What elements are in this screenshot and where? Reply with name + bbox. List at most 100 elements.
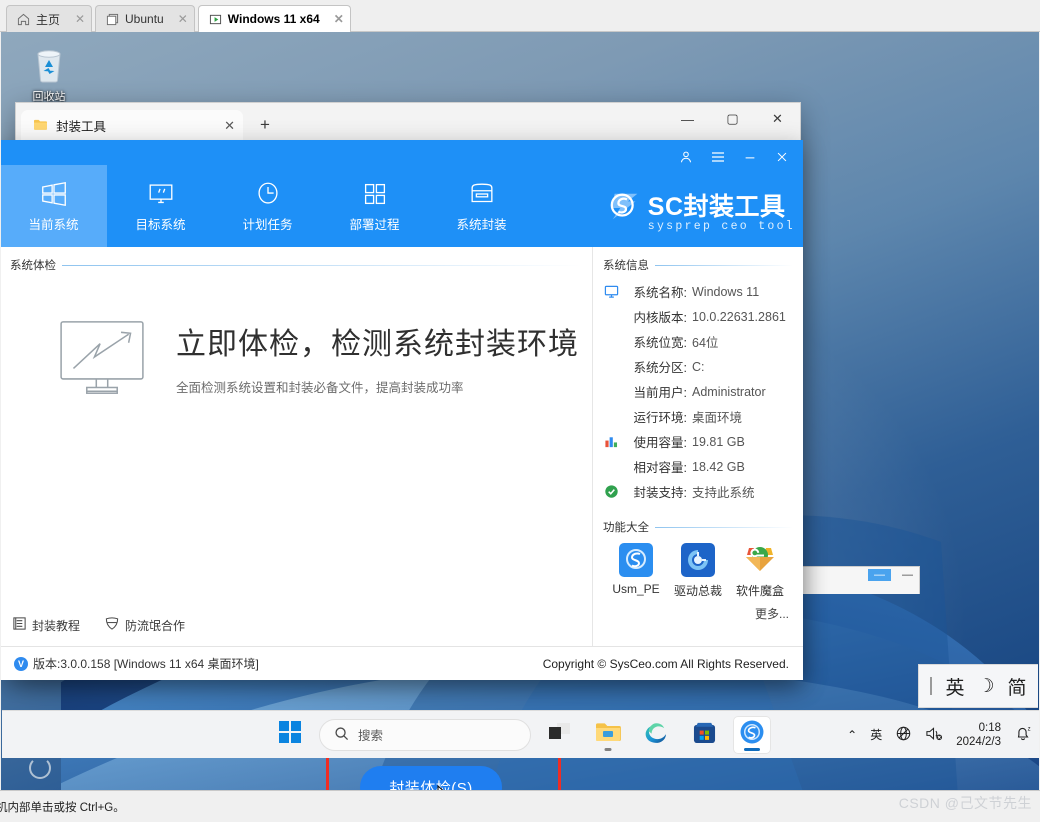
info-row-partition: 系统分区: C: xyxy=(601,354,797,379)
ime-indicator-bar[interactable]: 英 ☽ 简 xyxy=(918,664,1038,708)
close-icon[interactable]: ✕ xyxy=(224,118,235,134)
sysprep-tool-window[interactable]: 当前系统 目标系统 计划任务 部署过程 系统封装 SC封装工具 sysprep … xyxy=(1,140,803,790)
tray-ime-indicator[interactable]: 英 xyxy=(870,726,882,743)
section-title-system-check: 系统体检 xyxy=(10,257,582,273)
ime-language-toggle[interactable]: 英 xyxy=(945,673,964,700)
vm-icon xyxy=(106,13,119,26)
nav-item-current-system[interactable]: 当前系统 xyxy=(1,165,107,247)
monitor-icon xyxy=(601,284,621,299)
info-key: 相对容量: xyxy=(633,461,687,475)
ime-moon-icon[interactable]: ☽ xyxy=(977,675,994,698)
recycle-bin-icon xyxy=(27,44,71,88)
taskbar-item-file-explorer[interactable] xyxy=(589,716,627,754)
link-label: 封装教程 xyxy=(32,618,81,633)
book-icon xyxy=(12,616,27,634)
explorer-tab-label: 封装工具 xyxy=(56,120,107,134)
nav-item-label: 当前系统 xyxy=(28,218,79,232)
csdn-watermark: CSDN @己文节先生 xyxy=(898,795,1032,811)
clock-icon xyxy=(253,179,283,209)
windows-desktop[interactable]: 回收站 ↗ ApiPost7 DG ↗ DataGrip2023.1.2 xyxy=(1,32,1039,790)
svg-text:z: z xyxy=(1028,727,1031,733)
info-row-bit-width: 系统位宽: 64位 xyxy=(601,329,797,354)
system-info-list: 系统名称: Windows 11 内核版本: 10.0.22631.2861 系… xyxy=(601,279,797,504)
close-button[interactable]: ✕ xyxy=(755,103,800,135)
new-tab-button[interactable]: + xyxy=(251,111,279,139)
network-icon[interactable] xyxy=(895,725,912,745)
desktop-icon-recycle-bin[interactable]: 回收站 xyxy=(9,44,89,104)
menu-icon[interactable] xyxy=(703,145,733,169)
vmware-tab-label: Ubuntu xyxy=(125,12,164,26)
sysprep-check-button[interactable]: 封装体检(S) xyxy=(360,766,502,790)
shield-icon xyxy=(104,616,120,634)
function-drive-master[interactable]: 驱动总裁 xyxy=(669,543,727,599)
windows-taskbar: 搜索 ⌃ 英 0:18 2024/2/3 z xyxy=(2,710,1039,758)
taskbar-tray: ⌃ 英 0:18 2024/2/3 z xyxy=(847,721,1032,749)
clock-date: 2024/2/3 xyxy=(956,735,1001,748)
close-icon[interactable] xyxy=(767,145,797,169)
info-row-sysprep-support: 封装支持: 支持此系统 xyxy=(601,479,797,504)
taskbar-search[interactable]: 搜索 xyxy=(319,718,531,751)
info-key: 内核版本: xyxy=(633,311,687,325)
more-link[interactable]: 更多... xyxy=(593,599,803,622)
taskbar-item-sysprep-tool[interactable] xyxy=(733,715,771,754)
section-title-label: 功能大全 xyxy=(603,522,649,534)
footer-links: 封装教程 防流氓合作 xyxy=(12,616,185,634)
nav-item-system-sysprep[interactable]: 系统封装 xyxy=(428,165,535,247)
vmware-tab-label: Windows 11 x64 xyxy=(227,12,320,26)
home-icon xyxy=(17,13,30,26)
app-logo-title: SC封装工具 xyxy=(647,193,786,221)
chevron-up-icon[interactable]: ⌃ xyxy=(847,728,857,742)
volume-muted-icon[interactable] xyxy=(925,725,943,745)
notification-icon[interactable]: z xyxy=(1014,724,1032,745)
info-key: 系统位宽: xyxy=(633,336,687,350)
link-label: 防流氓合作 xyxy=(125,618,186,633)
link-sysprep-tutorial[interactable]: 封装教程 xyxy=(12,616,80,634)
drive-icon xyxy=(681,543,715,577)
clock-time: 0:18 xyxy=(978,721,1001,734)
archive-box-icon xyxy=(467,179,497,209)
minimize-icon[interactable] xyxy=(735,145,765,169)
ime-mode-toggle[interactable]: 简 xyxy=(1008,673,1027,700)
start-button[interactable] xyxy=(271,716,309,754)
taskbar-clock[interactable]: 0:18 2024/2/3 xyxy=(956,721,1001,749)
info-value: C: xyxy=(692,359,705,374)
chart-icon xyxy=(601,434,621,449)
vmware-tab-ubuntu[interactable]: Ubuntu ✕ xyxy=(95,5,195,32)
ime-separator xyxy=(930,677,933,695)
account-icon[interactable] xyxy=(671,145,701,169)
explorer-tab-sysprep[interactable]: 封装工具 ✕ xyxy=(21,110,243,141)
vmware-status-message: 机内部单击或按 Ctrl+G。 xyxy=(0,801,125,814)
info-row-used-capacity: 使用容量: 19.81 GB xyxy=(601,429,797,454)
left-panel: 系统体检 立即体检，检测系统封装环境 全面检测系统设置和封装必备文件，提高封装成… xyxy=(1,247,593,790)
info-value: 10.0.22631.2861 xyxy=(692,309,786,324)
section-title-system-info: 系统信息 xyxy=(603,257,793,273)
close-icon[interactable]: ✕ xyxy=(170,12,188,26)
monitor-pulse-icon xyxy=(58,319,146,402)
nav-item-target-system[interactable]: 目标系统 xyxy=(107,165,214,247)
folder-icon xyxy=(595,721,621,748)
function-software-box[interactable]: 软件魔盒 xyxy=(731,543,789,599)
maximize-button[interactable]: ▢ xyxy=(710,103,755,135)
info-row-kernel-version: 内核版本: 10.0.22631.2861 xyxy=(601,304,797,329)
function-usm-pe[interactable]: Usm_PE xyxy=(607,543,665,599)
close-icon[interactable]: ✕ xyxy=(67,12,85,26)
nav-item-deploy-process[interactable]: 部署过程 xyxy=(321,165,428,247)
nav-item-scheduled-task[interactable]: 计划任务 xyxy=(214,165,321,247)
close-icon[interactable]: ✕ xyxy=(326,12,344,26)
info-key: 系统分区: xyxy=(633,361,687,375)
info-value: 64位 xyxy=(692,336,719,350)
info-value: 桌面环境 xyxy=(692,411,743,425)
info-value: Administrator xyxy=(692,384,766,399)
taskbar-item-task-view[interactable] xyxy=(541,716,579,754)
section-rule xyxy=(655,526,793,528)
section-title-functions: 功能大全 xyxy=(593,519,803,535)
vmware-tab-windows11[interactable]: Windows 11 x64 ✕ xyxy=(197,5,351,32)
vmware-tab-home[interactable]: 主页 ✕ xyxy=(6,5,92,32)
windows-grid-icon xyxy=(39,179,69,209)
nav-item-label: 系统封装 xyxy=(456,218,507,232)
taskbar-item-microsoft-store[interactable] xyxy=(685,716,723,754)
vmware-tab-label: 主页 xyxy=(36,12,61,27)
link-anti-rogue-cooperation[interactable]: 防流氓合作 xyxy=(104,616,185,634)
minimize-button[interactable]: — xyxy=(665,103,710,135)
taskbar-item-microsoft-edge[interactable] xyxy=(637,716,675,754)
